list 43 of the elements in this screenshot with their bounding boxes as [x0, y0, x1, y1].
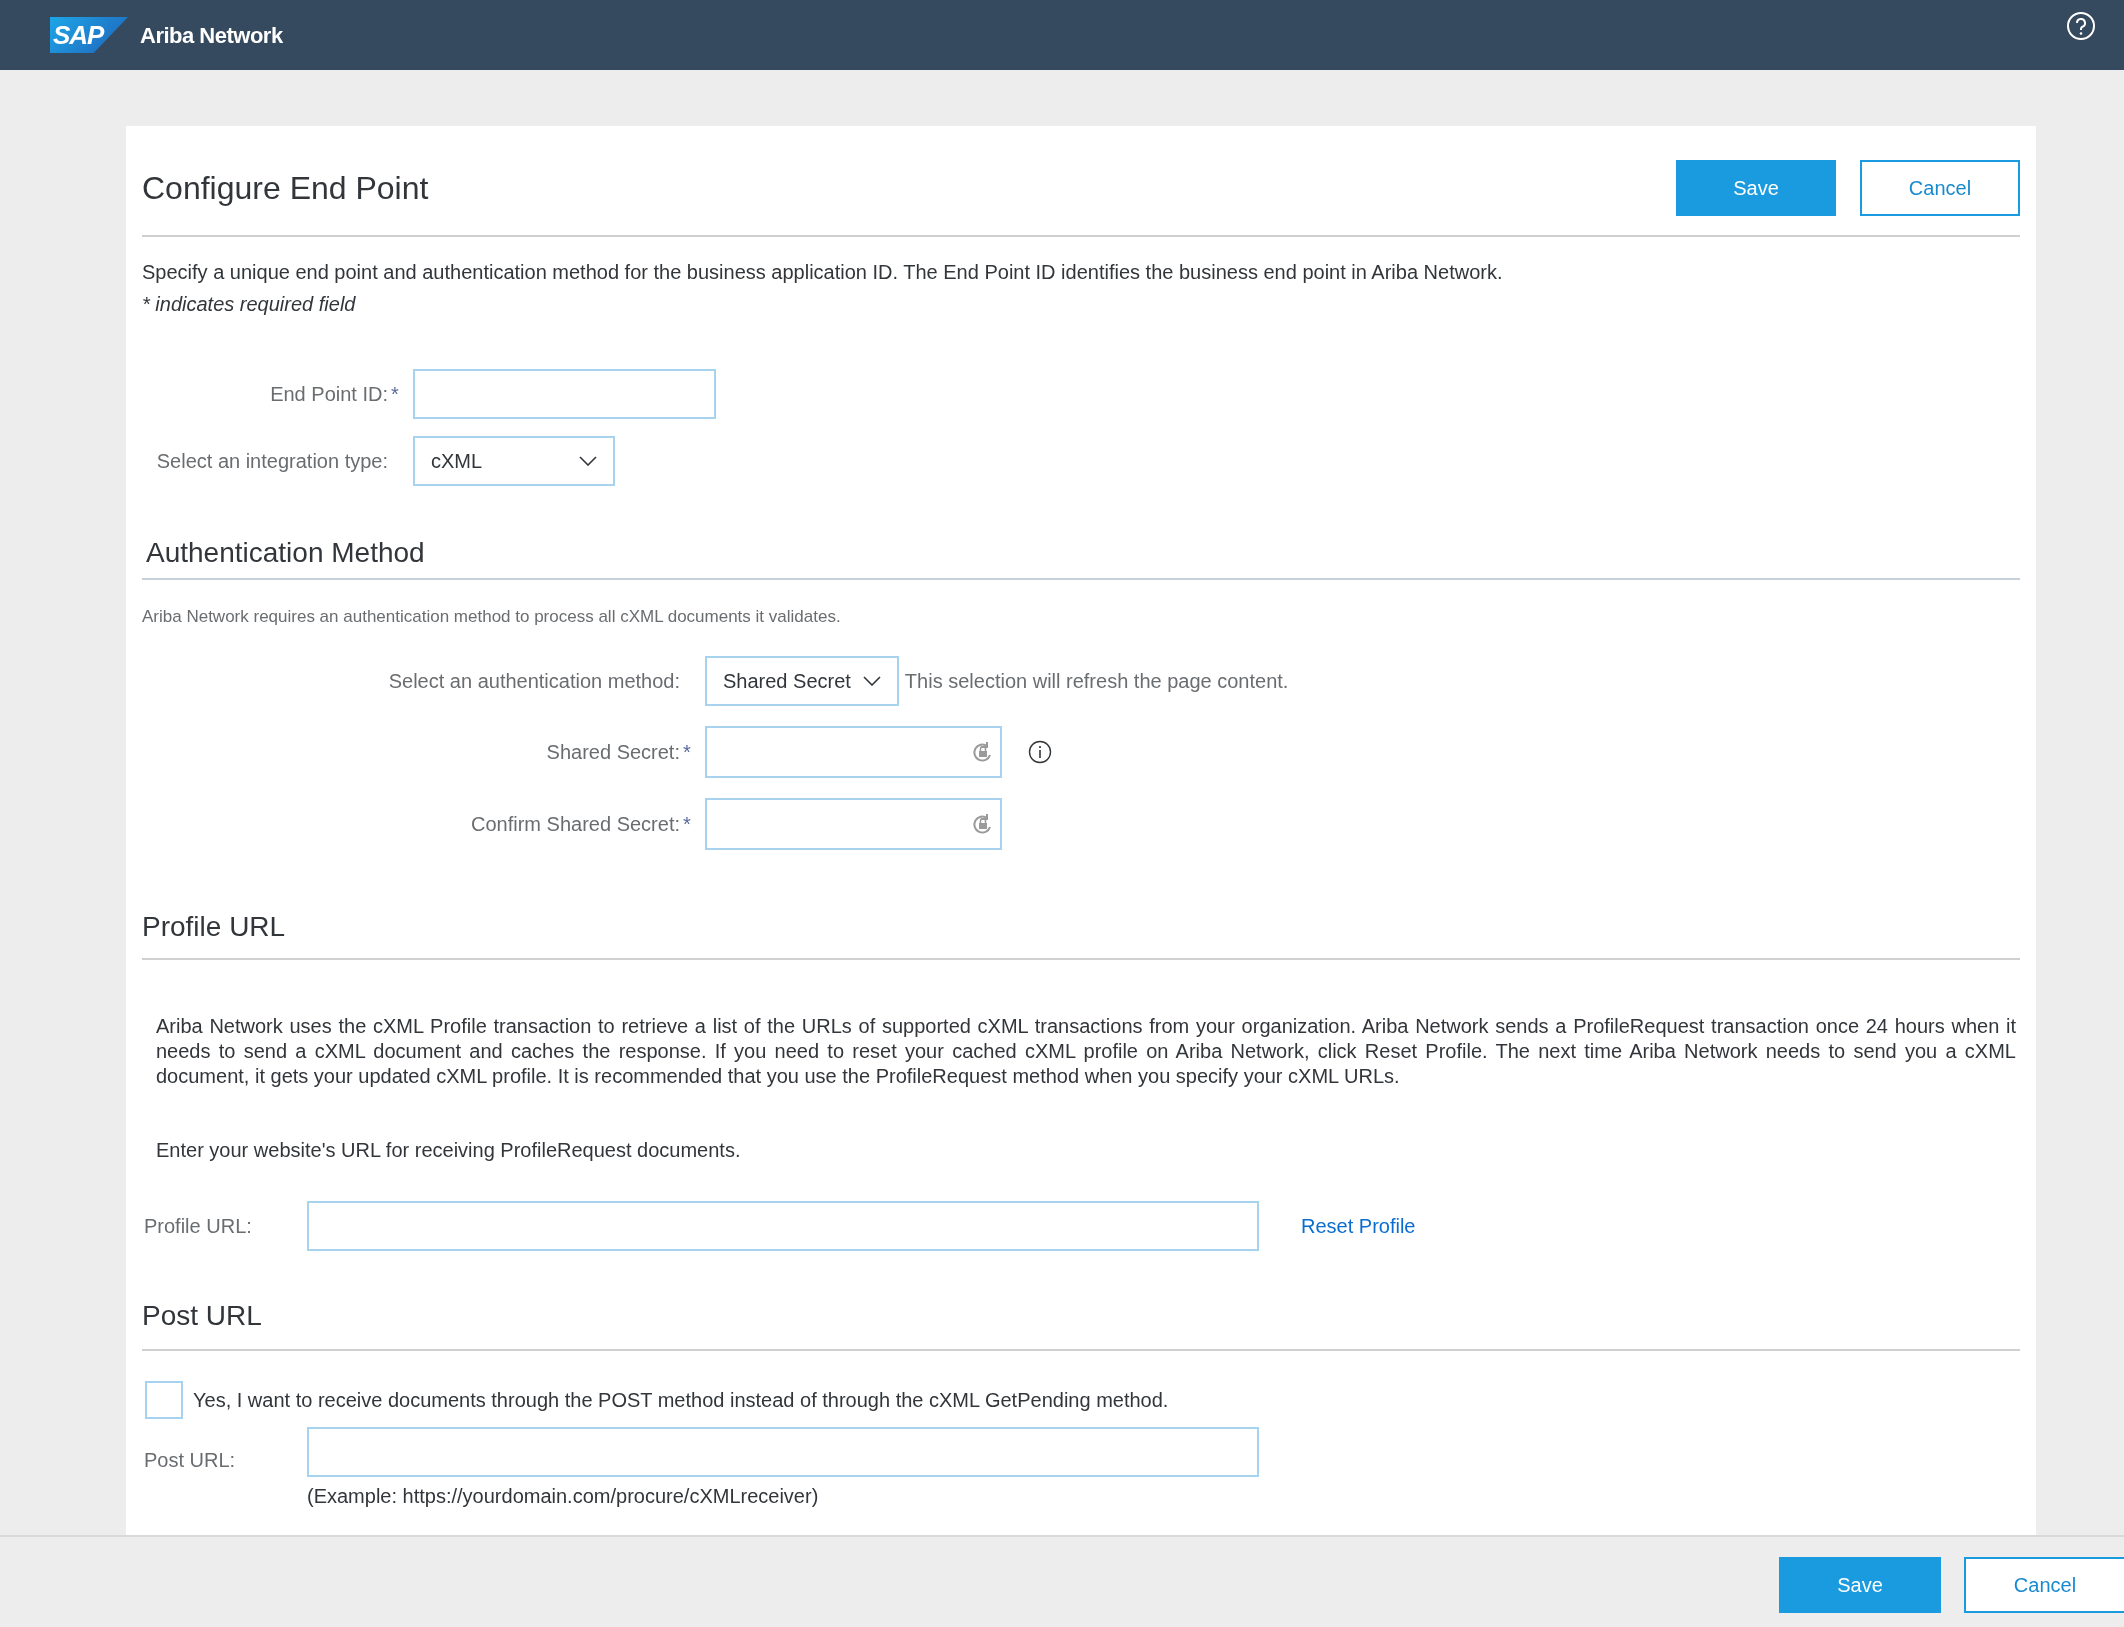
chevron-down-icon — [579, 456, 597, 466]
text-field[interactable] — [413, 369, 716, 419]
field-label: Profile URL: — [143, 1213, 253, 1239]
section-heading: Profile URL — [142, 909, 287, 944]
example-text: (Example: https://yourdomain.com/procure/cXMLreceiver) — [307, 1483, 820, 1509]
save-button[interactable]: Save — [1779, 1557, 1941, 1613]
cancel-button[interactable]: Cancel — [1964, 1557, 2124, 1613]
field-label: Select an authentication method: — [388, 668, 680, 694]
profile-instruction: Enter your website's URL for receiving ProfileRequest documents. — [155, 1137, 742, 1163]
checkbox[interactable] — [145, 1380, 183, 1419]
field-label: Select an integration type: — [156, 449, 388, 474]
reset-profile-link[interactable]: Reset Profile — [1301, 1210, 1416, 1241]
required-asterisk: * — [683, 811, 692, 837]
dropdown[interactable]: Shared Secret — [705, 655, 899, 706]
section-heading: Post URL — [142, 1298, 263, 1333]
field-label: End Point ID: — [270, 382, 388, 407]
password-field[interactable] — [705, 725, 1002, 778]
save-button[interactable]: Save — [1676, 159, 1836, 216]
field-label: Shared Secret: — [546, 739, 680, 765]
info-icon[interactable] — [1028, 739, 1052, 764]
required-note: * indicates required field — [142, 292, 357, 317]
description-text: Specify a unique end point and authentication method for the business application ID. The End Point ID identifies the business end point in Ariba Network. — [142, 260, 1504, 285]
checkbox-label: Yes, I want to receive documents through the POST method instead of through the cXML GetPending method. — [193, 1387, 1169, 1413]
chevron-down-icon — [862, 675, 881, 686]
field-label: Confirm Shared Secret: — [471, 811, 680, 837]
lock-icon — [972, 811, 994, 836]
section-note: Ariba Network requires an authentication method to process all cXML documents it validates. — [142, 606, 842, 628]
sap-logo: SAP — [50, 17, 128, 53]
dropdown[interactable]: cXML — [413, 436, 615, 486]
password-field[interactable] — [705, 797, 1002, 850]
required-asterisk: * — [391, 382, 400, 407]
post-url-field[interactable] — [307, 1426, 1259, 1477]
section-heading: Authentication Method — [145, 536, 425, 570]
required-asterisk: * — [683, 739, 692, 765]
help-icon[interactable] — [2066, 11, 2096, 41]
cancel-button[interactable]: Cancel — [1860, 159, 2020, 216]
lock-icon — [972, 739, 994, 764]
page-title: Configure End Point — [142, 168, 430, 208]
profile-description: Ariba Network uses the cXML Profile transaction to retrieve a list of the URLs of supported cXML transactions from your organization. Ariba Network sends a ProfileRequest transaction once 24 hours when it needs to send a cXML document and caches the response. If you need to reset your cached cXML profile on Ariba Network, click Reset Profile. The next time Ariba Network needs to send you a cXML document, it gets your updated cXML profile. It is recommended that you use the ProfileRequest method when you specify your cXML URLs. — [155, 1013, 2017, 1089]
hint-text: This selection will refresh the page content. — [904, 668, 1289, 694]
product-name: Ariba Network — [140, 21, 283, 50]
profile-url-field[interactable] — [307, 1200, 1259, 1251]
field-label: Post URL: — [143, 1447, 237, 1473]
